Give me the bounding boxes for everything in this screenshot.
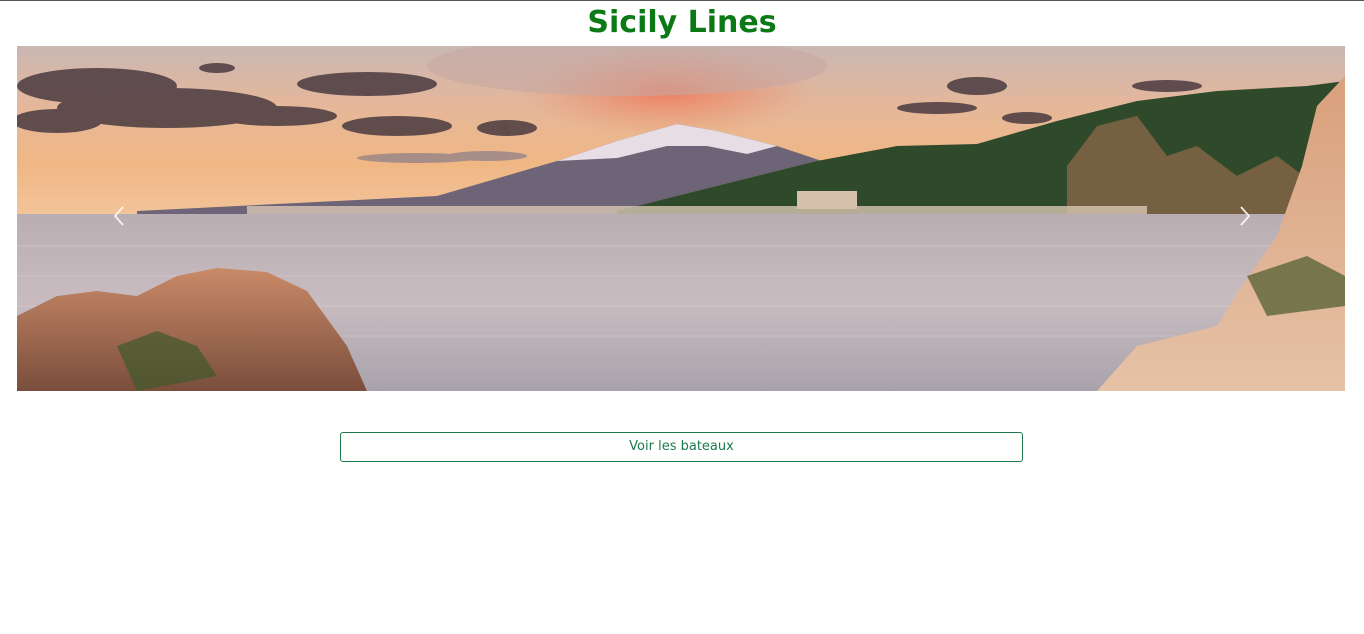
page: Sicily Lines Voir les bateaux — [0, 0, 1364, 634]
chevron-left-icon — [113, 206, 124, 226]
view-boats-button[interactable]: Voir les bateaux — [340, 432, 1023, 462]
page-title: Sicily Lines — [587, 5, 777, 40]
carousel-next-button[interactable] — [1225, 196, 1265, 236]
carousel-slide-image — [17, 46, 1345, 391]
image-carousel — [17, 46, 1345, 391]
chevron-right-icon — [1240, 206, 1251, 226]
carousel-prev-button[interactable] — [99, 196, 139, 236]
